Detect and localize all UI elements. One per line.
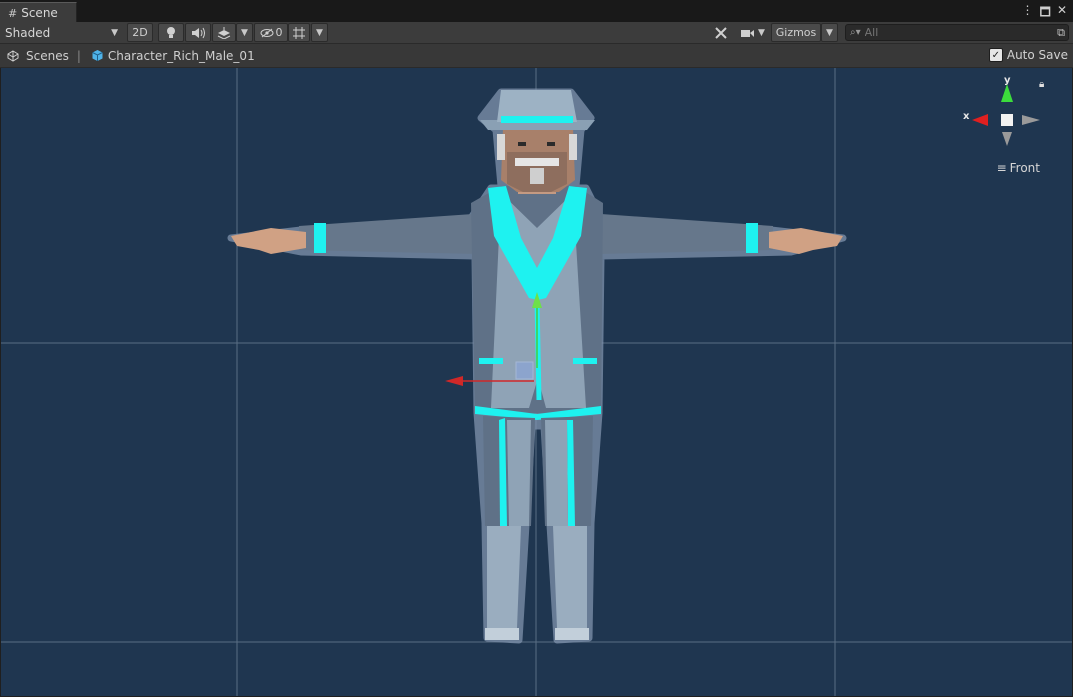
grid-toggle-button[interactable] <box>288 23 310 42</box>
wrench-screwdriver-icon <box>715 26 727 39</box>
grid-dropdown-button[interactable]: ▼ <box>311 23 328 42</box>
search-input[interactable] <box>864 26 1035 39</box>
close-icon[interactable]: ✕ <box>1057 3 1067 24</box>
scene-toolbar: Shaded ▼ 2D ▼ 0 ▼ ▼ Gizmos ▼ ⌕▾ ⧉ <box>0 22 1073 44</box>
lighting-toggle-button[interactable] <box>158 23 184 42</box>
chevron-down-icon: ▼ <box>758 27 765 38</box>
hash-grid-icon: # <box>8 6 18 20</box>
unity-logo-icon <box>7 49 19 62</box>
chevron-down-icon: ▼ <box>111 27 118 38</box>
search-icon: ⌕▾ <box>850 27 861 38</box>
tools-button[interactable] <box>709 23 733 42</box>
view-mode-toggle[interactable]: ≡ Front <box>997 161 1040 175</box>
camera-settings-dropdown[interactable]: ▼ <box>737 23 769 42</box>
auto-save-toggle[interactable]: ✓ Auto Save <box>988 48 1068 62</box>
gizmos-button[interactable]: Gizmos <box>771 23 821 42</box>
chevron-down-icon: ▼ <box>316 27 323 38</box>
breadcrumb-separator: | <box>76 48 81 63</box>
kebab-menu-icon[interactable]: ⋮ <box>1022 3 1034 24</box>
hamburger-menu-icon: ≡ <box>996 161 1007 175</box>
hidden-objects-toggle[interactable]: 0 <box>254 23 288 42</box>
speaker-icon <box>192 27 205 38</box>
breadcrumb-scenes-label: Scenes <box>26 48 69 63</box>
audio-toggle-button[interactable] <box>185 23 211 42</box>
chevron-down-icon: ▼ <box>241 27 248 38</box>
axis-y-label: y <box>1004 75 1011 86</box>
search-field[interactable]: ⌕▾ ⧉ <box>845 24 1069 41</box>
eye-hidden-icon <box>260 28 273 37</box>
scene-viewport[interactable]: y x 🔒︎ ≡ Front <box>1 68 1072 696</box>
effects-toggle-button[interactable] <box>212 23 236 42</box>
2d-toggle-button[interactable]: 2D <box>127 23 153 42</box>
gizmos-label: Gizmos <box>775 26 817 39</box>
2d-label: 2D <box>132 26 148 39</box>
grid-icon <box>293 26 305 39</box>
lightbulb-icon <box>167 26 175 38</box>
tab-bar: # Scene ⋮ 🗖 ✕ <box>0 0 1073 23</box>
axis-x-label: x <box>963 111 970 122</box>
window-controls: ⋮ 🗖 ✕ <box>1022 3 1067 24</box>
tab-scene[interactable]: # Scene <box>0 2 77 23</box>
breadcrumb-prefab[interactable]: Character_Rich_Male_01 <box>91 49 255 63</box>
auto-save-checkbox[interactable]: ✓ <box>988 48 1003 62</box>
shading-mode-dropdown[interactable]: Shaded ▼ <box>0 23 122 42</box>
scene-view-canvas <box>1 68 1072 696</box>
breadcrumb-prefab-label: Character_Rich_Male_01 <box>107 48 255 63</box>
auto-save-label: Auto Save <box>1006 48 1068 62</box>
object-picker-icon[interactable]: ⧉ <box>1057 26 1065 40</box>
effects-dropdown-button[interactable]: ▼ <box>236 23 253 42</box>
breadcrumb: Scenes | Character_Rich_Male_01 ✓ Auto S… <box>0 44 1073 68</box>
layers-effects-icon <box>217 26 231 39</box>
tab-scene-label: Scene <box>21 6 58 20</box>
hidden-objects-count: 0 <box>275 26 283 39</box>
lock-icon[interactable]: 🔒︎ <box>1039 79 1044 90</box>
maximize-icon[interactable]: 🗖 <box>1040 3 1051 24</box>
view-mode-label: Front <box>1009 161 1040 175</box>
shading-mode-label: Shaded <box>5 25 51 40</box>
camera-icon <box>741 29 755 37</box>
chevron-down-icon: ▼ <box>826 27 833 38</box>
breadcrumb-scenes[interactable]: Scenes <box>6 49 69 63</box>
prefab-cube-icon <box>92 50 103 61</box>
character-rich-male-model <box>227 88 847 644</box>
gizmos-dropdown-button[interactable]: ▼ <box>821 23 838 42</box>
